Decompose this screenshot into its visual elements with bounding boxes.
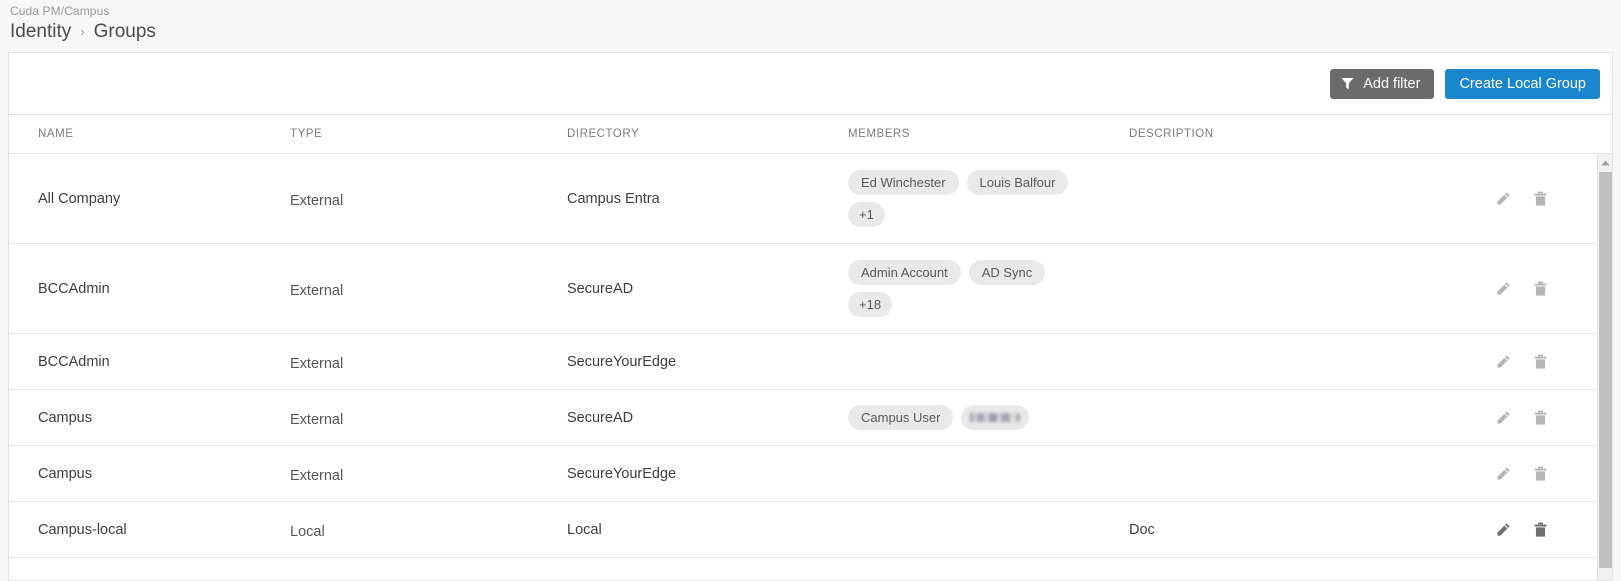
cell-group-directory: Campus Entra	[567, 190, 660, 207]
cell-group-type: External	[290, 467, 344, 484]
page-title: Groups	[93, 21, 156, 42]
cell-group-name: Campus	[38, 465, 92, 482]
cell-group-type: External	[290, 282, 344, 299]
member-chip[interactable]: AD Sync	[968, 260, 1046, 285]
column-header-name[interactable]: NAME	[9, 128, 290, 140]
table-toolbar: Add filter Create Local Group	[9, 53, 1612, 115]
cell-group-members: Ed Winchester Louis Balfour +1	[848, 170, 1129, 227]
cell-group-type: External	[290, 355, 344, 372]
scrollbar-thumb[interactable]	[1599, 172, 1612, 568]
member-chip-list: Admin Account AD Sync +18	[848, 260, 1078, 317]
table-row[interactable]: All Company External Campus Entra Ed Winche…	[9, 154, 1612, 244]
column-header-directory[interactable]: DIRECTORY	[567, 128, 848, 140]
table-row[interactable]: Campus External SecureYourEdge	[9, 446, 1612, 502]
cell-row-actions	[1494, 521, 1612, 538]
create-local-group-button[interactable]: Create Local Group	[1445, 68, 1600, 99]
cell-row-actions	[1494, 280, 1612, 297]
cell-group-type: External	[290, 192, 344, 209]
page-header: Cuda PM/Campus Identity › Groups	[0, 0, 1621, 48]
edit-icon[interactable]	[1494, 465, 1511, 482]
cell-group-members: Admin Account AD Sync +18	[848, 260, 1129, 317]
scrollbar-up-button[interactable]	[1598, 154, 1612, 170]
cell-group-directory: SecureAD	[567, 409, 634, 426]
breadcrumb-parent[interactable]: Identity	[10, 20, 71, 44]
delete-icon[interactable]	[1532, 280, 1549, 297]
table-header-row: NAME TYPE DIRECTORY MEMBERS DESCRIPTION	[9, 115, 1612, 154]
breadcrumb-context: Cuda PM/Campus	[10, 4, 110, 18]
column-header-description[interactable]: DESCRIPTION	[1129, 128, 1494, 140]
column-header-type[interactable]: TYPE	[290, 128, 567, 140]
cell-group-type: Local	[290, 523, 325, 540]
table-body-wrapper: All Company External Campus Entra Ed Winche…	[9, 154, 1612, 580]
cell-row-actions	[1494, 409, 1612, 426]
groups-card: Add filter Create Local Group NAME TYPE …	[8, 52, 1613, 581]
cell-group-directory: SecureYourEdge	[567, 465, 677, 482]
edit-icon[interactable]	[1494, 190, 1511, 207]
cell-group-type: External	[290, 411, 344, 428]
cell-group-directory: Local	[567, 521, 602, 538]
cell-row-actions	[1494, 353, 1612, 370]
edit-icon[interactable]	[1494, 353, 1511, 370]
cell-row-actions	[1494, 465, 1612, 482]
cell-group-name: BCCAdmin	[38, 280, 110, 297]
funnel-icon	[1341, 77, 1354, 90]
member-chip[interactable]: Louis Balfour	[966, 170, 1069, 195]
add-filter-label: Add filter	[1363, 75, 1421, 92]
delete-icon[interactable]	[1532, 521, 1549, 538]
member-chip[interactable]: Ed Winchester	[848, 170, 959, 195]
delete-icon[interactable]	[1532, 353, 1549, 370]
member-chip[interactable]: Admin Account	[848, 260, 961, 285]
cell-group-name: Campus	[38, 409, 92, 426]
member-chip[interactable]: Campus User	[848, 405, 954, 430]
vertical-scrollbar[interactable]	[1597, 154, 1612, 580]
breadcrumb-separator-icon: ›	[80, 24, 85, 39]
member-chip-redacted[interactable]	[961, 405, 1030, 430]
member-overflow-chip[interactable]: +18	[848, 292, 893, 317]
table-body: All Company External Campus Entra Ed Winche…	[9, 154, 1612, 580]
add-filter-button[interactable]: Add filter	[1330, 68, 1435, 99]
cell-group-description: Doc	[1129, 521, 1155, 538]
cell-group-name: Campus-local	[38, 521, 127, 538]
table-row[interactable]: Campus External SecureAD Campus User	[9, 390, 1612, 446]
cell-group-name: BCCAdmin	[38, 353, 110, 370]
table-row[interactable]: BCCAdmin External SecureAD Admin Account AD …	[9, 244, 1612, 334]
cell-row-actions	[1494, 190, 1612, 207]
table-row[interactable]: Campus-local Local Local Doc	[9, 502, 1612, 558]
column-header-members[interactable]: MEMBERS	[848, 128, 1129, 140]
table-row[interactable]: BCCAdmin External SecureYourEdge	[9, 334, 1612, 390]
edit-icon[interactable]	[1494, 280, 1511, 297]
cell-group-members: Campus User	[848, 405, 1129, 430]
delete-icon[interactable]	[1532, 465, 1549, 482]
member-chip-list: Ed Winchester Louis Balfour +1	[848, 170, 1078, 227]
cell-group-directory: SecureYourEdge	[567, 353, 677, 370]
cell-group-name: All Company	[38, 190, 121, 207]
edit-icon[interactable]	[1494, 409, 1511, 426]
member-overflow-chip[interactable]: +1	[848, 202, 885, 227]
caret-up-icon	[1601, 153, 1610, 171]
delete-icon[interactable]	[1532, 409, 1549, 426]
cell-group-directory: SecureAD	[567, 280, 634, 297]
breadcrumb: Identity › Groups	[10, 20, 1621, 45]
delete-icon[interactable]	[1532, 190, 1549, 207]
member-chip-list: Campus User	[848, 405, 1078, 430]
edit-icon[interactable]	[1494, 521, 1511, 538]
